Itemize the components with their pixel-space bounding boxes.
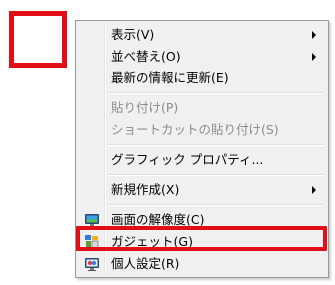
menu-item-refresh[interactable]: 最新の情報に更新(E): [78, 67, 326, 89]
menu-item-screen-resolution[interactable]: 画面の解像度(C): [78, 209, 326, 231]
menu-separator: [107, 204, 324, 206]
menu-item-personalize[interactable]: 個人設定(R): [78, 253, 326, 275]
menu-item-label: ガジェット(G): [111, 234, 193, 249]
menu-item-label: 画面の解像度(C): [111, 212, 205, 227]
menu-item-label: 貼り付け(P): [111, 100, 179, 115]
menu-item-sort[interactable]: 並べ替え(O): [78, 46, 326, 68]
highlight-box-desktop: [9, 11, 67, 68]
menu-item-view[interactable]: 表示(V): [78, 24, 326, 46]
menu-item-paste[interactable]: 貼り付け(P): [78, 97, 326, 119]
menu-item-label: 表示(V): [111, 27, 155, 42]
submenu-arrow-icon: [312, 186, 316, 194]
submenu-arrow-icon: [312, 31, 316, 39]
submenu-arrow-icon: [312, 53, 316, 61]
menu-item-label: 新規作成(X): [111, 182, 180, 197]
menu-separator: [107, 92, 324, 94]
menu-item-new[interactable]: 新規作成(X): [78, 179, 326, 201]
gadget-icon: [84, 234, 100, 250]
context-menu: 表示(V) 並べ替え(O) 最新の情報に更新(E) 貼り付け(P) ショートカッ…: [75, 20, 329, 278]
menu-item-paste-shortcut[interactable]: ショートカットの貼り付け(S): [78, 119, 326, 141]
menu-item-gadgets[interactable]: ガジェット(G): [78, 231, 326, 253]
menu-item-label: ショートカットの貼り付け(S): [111, 122, 279, 137]
desktop-area[interactable]: 表示(V) 並べ替え(O) 最新の情報に更新(E) 貼り付け(P) ショートカッ…: [0, 0, 335, 285]
menu-item-label: 並べ替え(O): [111, 49, 181, 64]
menu-item-graphics-properties[interactable]: グラフィック プロパティ...: [78, 149, 326, 171]
menu-item-label: 最新の情報に更新(E): [111, 70, 229, 85]
personalize-icon: [84, 256, 100, 272]
display-icon: [84, 212, 100, 228]
menu-item-label: 個人設定(R): [111, 256, 180, 271]
menu-separator: [107, 144, 324, 146]
menu-item-label: グラフィック プロパティ...: [111, 152, 264, 167]
menu-separator: [107, 174, 324, 176]
